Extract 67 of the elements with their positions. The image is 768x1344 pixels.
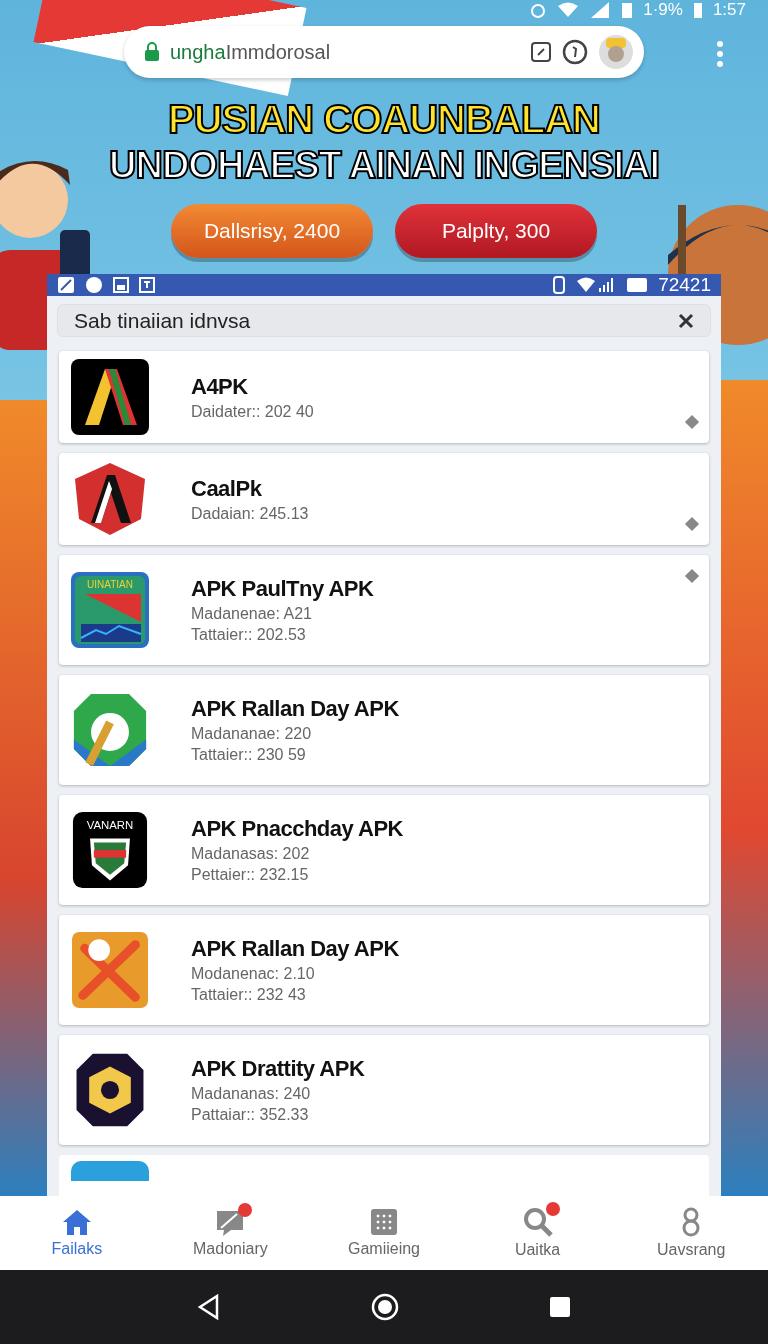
nav-tab[interactable]: Gamiieing — [314, 1207, 454, 1259]
app-icon — [71, 1161, 149, 1181]
app-detail: Dadaian: 245.13 — [191, 504, 309, 523]
app-detail: Pettaier:: 232.15 — [191, 866, 310, 884]
battery-icon — [621, 1, 634, 19]
alarm-icon — [529, 1, 548, 19]
app-detail: Tattaier:: 230 59 — [191, 746, 307, 764]
save-icon — [113, 277, 129, 293]
app-card[interactable]: APK Rallan Day APK Modanenac: 2.10 Tattaier:: 232 43 — [59, 915, 709, 1025]
hexagon-app-icon — [71, 692, 149, 768]
cross-app-icon — [71, 932, 149, 1008]
app-title: APK Drattity APK — [191, 1056, 365, 1082]
wifi-icon — [557, 2, 580, 18]
app-title: A4PK — [191, 373, 249, 400]
battery-icon — [626, 277, 649, 293]
poster-icon: UINATIAN — [71, 572, 149, 648]
vibrate-icon — [552, 275, 567, 295]
search-input[interactable]: Sab tinaiian idnvsa — [72, 307, 674, 334]
lock-icon — [144, 42, 160, 62]
search-icon — [522, 1207, 553, 1237]
team-badge-icon: VANARN — [71, 812, 149, 888]
app-detail: Tattaier:: 232 43 — [191, 986, 307, 1004]
back-icon[interactable] — [197, 1294, 221, 1320]
home-icon — [61, 1208, 92, 1236]
nav-tab[interactable]: Uavsrang — [621, 1206, 762, 1260]
app-card[interactable]: A4PK Daidater:: 202 40 — [59, 351, 709, 443]
app-card[interactable]: CaalPk Dadaian: 245.13 — [59, 453, 709, 545]
grid-icon — [370, 1208, 398, 1236]
tab-icon[interactable] — [530, 41, 552, 63]
clock: 1:57 — [712, 0, 746, 20]
headline: UNDOHAEST AINAN INGENSIAI — [109, 143, 659, 188]
app-title: APK Rallan Day APK — [191, 696, 399, 722]
app-card[interactable]: APK Drattity APK Madananas: 240 Pattaiar:: 352.33 — [59, 1035, 709, 1145]
letter-a-icon — [71, 359, 149, 435]
clock-icon[interactable] — [562, 39, 588, 65]
app-title: APK Pnacchday APK — [191, 816, 403, 842]
address-bar[interactable]: unghaImmdorosal — [124, 26, 644, 78]
app-detail: Pattaiar:: 352.33 — [191, 1106, 310, 1124]
chat-icon — [215, 1208, 246, 1236]
recents-icon[interactable] — [549, 1296, 571, 1318]
battery-percent: 1·9% — [643, 0, 683, 20]
app-detail: Daidater:: 202 40 — [191, 402, 314, 421]
app-detail: Madananae: 220 — [191, 725, 313, 743]
home-button-icon[interactable] — [371, 1293, 399, 1321]
app-detail: Madananas: 240 — [191, 1085, 312, 1103]
nav-tab[interactable]: Uaitka — [467, 1206, 608, 1260]
app-card[interactable]: VANARN APK Pnacchday APK Madanasas: 202 Pettaier:: 232.15 — [59, 795, 709, 905]
offer-button[interactable]: Palplty, 300 — [395, 204, 597, 258]
battery-icon — [692, 1, 703, 19]
signal-icon — [589, 1, 612, 19]
app-card[interactable]: UINATIAN APK PaulTny APK Madanenae: A21 Tattaier:: 202.53 — [59, 555, 709, 665]
inner-clock: 72421 — [658, 274, 711, 296]
headline: PUSIAN COAUNBALAN — [167, 96, 601, 142]
app-detail: Madanasas: 202 — [191, 845, 311, 863]
search-field[interactable]: Sab tinaiian idnvsa — [57, 304, 711, 337]
calendar-icon — [139, 277, 155, 293]
app-title: CaalPk — [191, 475, 263, 502]
close-icon — [678, 313, 694, 329]
app-title: APK Rallan Day APK — [191, 936, 399, 962]
app-card[interactable]: APK Rallan Day APK Madananae: 220 Tattaier:: 230 59 — [59, 675, 709, 785]
nav-tab[interactable]: Failaks — [6, 1207, 147, 1259]
app-detail: Madanenae: A21 — [191, 605, 313, 623]
nav-tab[interactable]: Madoniary — [160, 1207, 301, 1259]
url-text: unghaImmdorosal — [170, 40, 332, 64]
app-title: APK PaulTny APK — [191, 576, 374, 602]
app-detail: Tattaier:: 202.53 — [191, 626, 307, 644]
app-detail: Modanenac: 2.10 — [191, 965, 316, 983]
